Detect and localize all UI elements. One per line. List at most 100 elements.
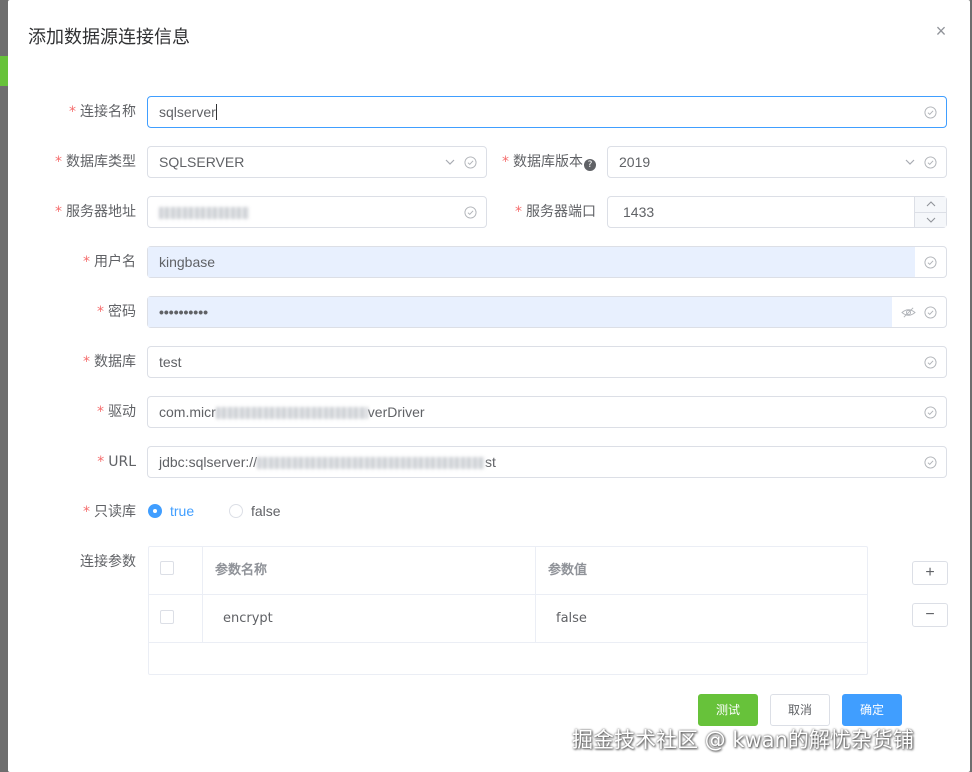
database-input[interactable]: test — [147, 346, 947, 378]
add-datasource-dialog: 添加数据源连接信息 × * 连接名称 sqlserver * 数据库类型 SQLSE… — [8, 0, 970, 772]
radio-label-true: true — [170, 503, 195, 519]
database-value: test — [159, 354, 182, 370]
connection-name-label: * 连接名称 — [69, 102, 136, 122]
url-value-prefix: jdbc:sqlserver:// — [159, 454, 258, 470]
driver-value-suffix: verDriver — [367, 404, 425, 420]
param-name-cell[interactable]: encrypt — [203, 595, 536, 642]
required-mark: * — [97, 304, 104, 320]
url-label: * URL — [97, 452, 136, 472]
background-accent-strip — [0, 56, 8, 86]
database-label: * 数据库 — [83, 352, 136, 372]
dialog-title: 添加数据源连接信息 — [28, 27, 190, 48]
driver-label-text: 驱动 — [108, 404, 136, 420]
driver-value-prefix: com.micr — [159, 404, 216, 420]
chevron-down-icon — [445, 159, 455, 165]
db-version-label-text: 数据库版本 — [513, 154, 583, 170]
db-version-label: * 数据库版本? — [502, 152, 596, 172]
username-value: kingbase — [148, 247, 915, 277]
db-type-label-text: 数据库类型 — [66, 154, 136, 170]
db-type-select[interactable]: SQLSERVER — [147, 146, 487, 178]
plus-icon[interactable]: + — [912, 561, 948, 585]
redacted-value — [257, 457, 486, 470]
radio-dot — [148, 504, 162, 518]
password-input[interactable]: •••••••••• — [147, 296, 947, 328]
confirm-button[interactable]: 确定 — [842, 694, 902, 726]
readonly-radio-false[interactable]: false — [229, 503, 281, 519]
help-icon[interactable]: ? — [584, 159, 596, 171]
connection-name-input[interactable]: sqlserver — [147, 96, 947, 128]
chevron-down-icon — [905, 159, 915, 165]
circle-check-icon — [924, 105, 937, 119]
server-port-label-text: 服务器端口 — [526, 204, 596, 220]
required-mark: * — [97, 404, 104, 420]
params-label: 连接参数 — [80, 554, 136, 570]
caret-down-icon[interactable] — [915, 212, 946, 227]
required-mark: * — [69, 104, 76, 120]
db-version-value: 2019 — [619, 154, 651, 170]
server-address-input[interactable] — [147, 196, 487, 228]
params-table: 参数名称 参数值 encrypt false — [148, 546, 868, 675]
password-label: * 密码 — [97, 302, 136, 322]
header-param-value: 参数值 — [548, 563, 588, 578]
circle-check-icon — [464, 155, 477, 169]
url-label-text: URL — [108, 454, 136, 470]
driver-input[interactable]: com.micr verDriver — [147, 396, 947, 428]
username-input[interactable]: kingbase — [147, 246, 947, 278]
circle-check-icon — [924, 455, 937, 469]
server-port-label: * 服务器端口 — [515, 202, 596, 222]
circle-check-icon — [924, 155, 937, 169]
db-type-label: * 数据库类型 — [55, 152, 136, 172]
driver-value: com.micr verDriver — [148, 397, 924, 427]
url-input[interactable]: jdbc:sqlserver:// st — [147, 446, 947, 478]
server-address-label-text: 服务器地址 — [66, 204, 136, 220]
eye-off-icon[interactable] — [901, 306, 916, 319]
watermark: 掘金技术社区 @ kwan的解忧杂货铺 — [572, 728, 914, 752]
select-all-checkbox[interactable] — [160, 561, 174, 575]
circle-check-icon — [924, 305, 937, 319]
required-mark: * — [515, 204, 522, 220]
port-stepper — [914, 197, 946, 227]
radio-dot — [229, 504, 243, 518]
url-value: jdbc:sqlserver:// st — [148, 447, 924, 477]
table-header-row: 参数名称 参数值 — [149, 547, 867, 595]
db-type-value: SQLSERVER — [159, 154, 245, 170]
required-mark: * — [97, 454, 105, 470]
username-label: * 用户名 — [83, 252, 136, 272]
circle-check-icon — [464, 205, 477, 219]
circle-check-icon — [924, 405, 937, 419]
table-row: encrypt false — [149, 595, 867, 643]
circle-check-icon — [924, 355, 937, 369]
circle-check-icon — [924, 255, 937, 269]
test-button[interactable]: 测试 — [698, 694, 758, 726]
redacted-value — [159, 207, 249, 220]
connection-name-value-wrap: sqlserver — [148, 97, 924, 127]
cancel-button[interactable]: 取消 — [770, 694, 830, 726]
caret-up-icon[interactable] — [915, 197, 946, 213]
header-checkbox-cell — [149, 547, 203, 594]
header-param-name: 参数名称 — [203, 547, 536, 594]
required-mark: * — [55, 154, 62, 170]
server-address-label: * 服务器地址 — [55, 202, 136, 222]
connection-name-label-text: 连接名称 — [80, 104, 136, 120]
close-icon[interactable]: × — [932, 22, 950, 40]
row-checkbox[interactable] — [160, 610, 174, 624]
minus-icon[interactable]: − — [912, 603, 948, 627]
database-label-text: 数据库 — [94, 354, 136, 370]
driver-label: * 驱动 — [97, 402, 136, 422]
row-checkbox-cell — [149, 595, 203, 642]
required-mark: * — [83, 504, 90, 520]
server-port-value: 1433 — [623, 204, 655, 220]
param-value-cell[interactable]: false — [536, 595, 867, 642]
radio-label-false: false — [251, 503, 281, 519]
required-mark: * — [502, 154, 509, 170]
text-cursor — [215, 104, 217, 120]
username-label-text: 用户名 — [94, 254, 136, 270]
password-value: •••••••••• — [148, 297, 892, 327]
readonly-radio-true[interactable]: true — [148, 503, 194, 519]
redacted-value — [215, 407, 368, 420]
readonly-label: * 只读库 — [83, 502, 136, 522]
required-mark: * — [83, 354, 90, 370]
db-version-select[interactable]: 2019 — [607, 146, 947, 178]
server-address-value — [148, 197, 464, 227]
server-port-number-input[interactable]: 1433 — [607, 196, 947, 228]
